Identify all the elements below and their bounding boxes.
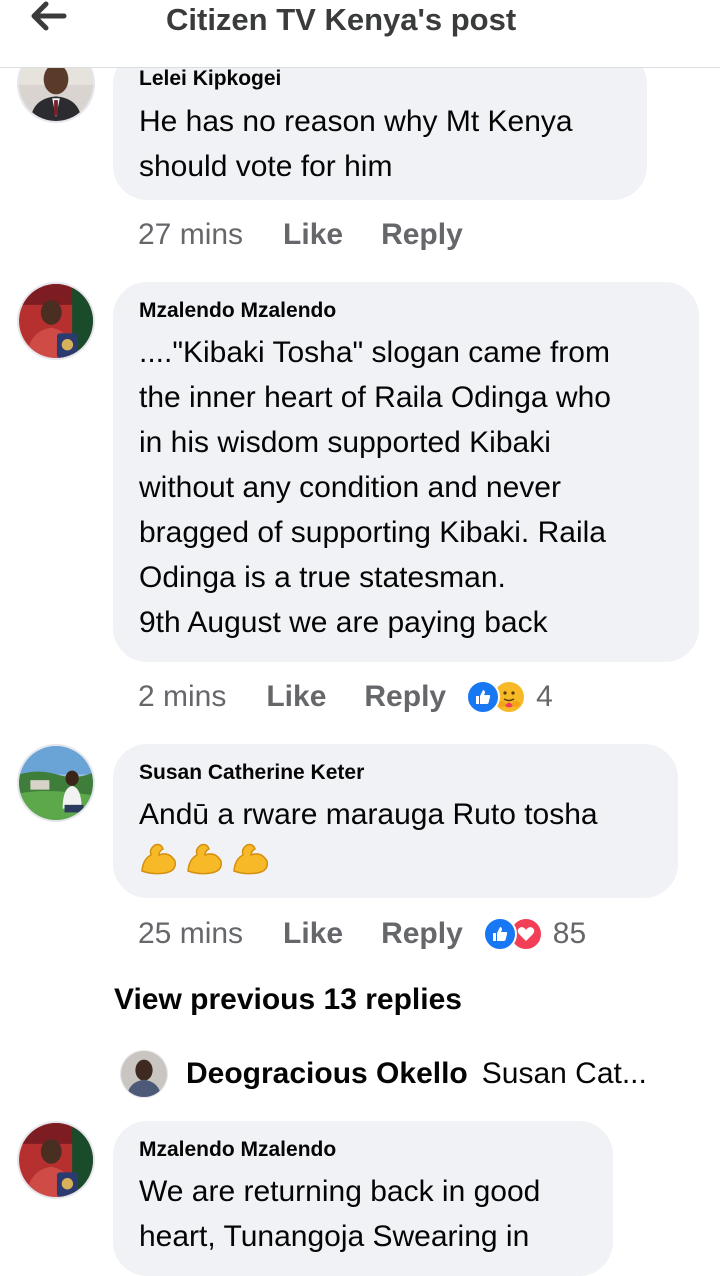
like-reaction-icon: [482, 917, 517, 951]
reply-button[interactable]: Reply: [381, 917, 463, 951]
reaction-summary[interactable]: 4: [466, 680, 553, 714]
avatar[interactable]: [17, 1121, 95, 1199]
top-bar: Citizen TV Kenya's post: [0, 0, 720, 68]
comment-author[interactable]: Mzalendo Mzalendo: [139, 1137, 587, 1163]
comment-text: He has no reason why Mt Kenya should vot…: [139, 105, 573, 183]
page-title: Citizen TV Kenya's post: [166, 2, 517, 37]
comment-author[interactable]: Susan Catherine Keter: [139, 760, 652, 786]
comment-text: ...."Kibaki Tosha" slogan came from the …: [139, 336, 611, 639]
back-button[interactable]: [24, 0, 72, 36]
flexed-biceps-icon: [141, 843, 177, 875]
comment-bubble: Mzalendo Mzalendo ...."Kibaki Tosha" slo…: [113, 282, 699, 662]
avatar[interactable]: [17, 744, 95, 822]
comment-time[interactable]: 2 mins: [138, 680, 226, 714]
reaction-count: 4: [536, 680, 553, 713]
comment-text: We are returning back in good heart, Tun…: [139, 1175, 541, 1253]
reaction-summary[interactable]: 85: [482, 917, 587, 951]
comment-actions: 25 mins Like Reply 85: [138, 914, 586, 954]
arrow-left-icon: [28, 0, 68, 37]
reply-preview-text: Susan Cat...: [481, 1057, 647, 1090]
like-button[interactable]: Like: [283, 917, 343, 951]
reply-button[interactable]: Reply: [381, 218, 463, 252]
flexed-biceps-icon: [233, 843, 269, 875]
comment-author[interactable]: Lelei Kipkogei: [139, 66, 621, 92]
view-previous-replies-link[interactable]: View previous 13 replies: [114, 983, 462, 1017]
avatar[interactable]: [120, 1050, 168, 1098]
reaction-count: 85: [552, 917, 587, 950]
flexed-biceps-icon: [187, 843, 223, 875]
comment-author[interactable]: Mzalendo Mzalendo: [139, 298, 673, 324]
like-button[interactable]: Like: [283, 218, 343, 252]
like-reaction-icon: [466, 680, 501, 714]
reply-preview[interactable]: Deogracious Okello Susan Cat...: [120, 1050, 647, 1098]
comment-bubble: Mzalendo Mzalendo We are returning back …: [113, 1121, 613, 1276]
comment-actions: 2 mins Like Reply 4: [138, 677, 553, 717]
reply-preview-author[interactable]: Deogracious Okello: [186, 1057, 468, 1091]
comment-bubble: Lelei Kipkogei He has no reason why Mt K…: [113, 50, 647, 200]
avatar[interactable]: [17, 282, 95, 360]
comment-bubble: Susan Catherine Keter Andū a rware marau…: [113, 744, 678, 898]
comment-time[interactable]: 25 mins: [138, 917, 243, 951]
flexed-biceps-emojis: [139, 841, 652, 877]
like-button[interactable]: Like: [266, 680, 326, 714]
reply-button[interactable]: Reply: [364, 680, 446, 714]
comment-time[interactable]: 27 mins: [138, 218, 243, 252]
comment-text: Andū a rware marauga Ruto tosha: [139, 798, 598, 831]
comment-actions: 27 mins Like Reply: [138, 215, 463, 255]
